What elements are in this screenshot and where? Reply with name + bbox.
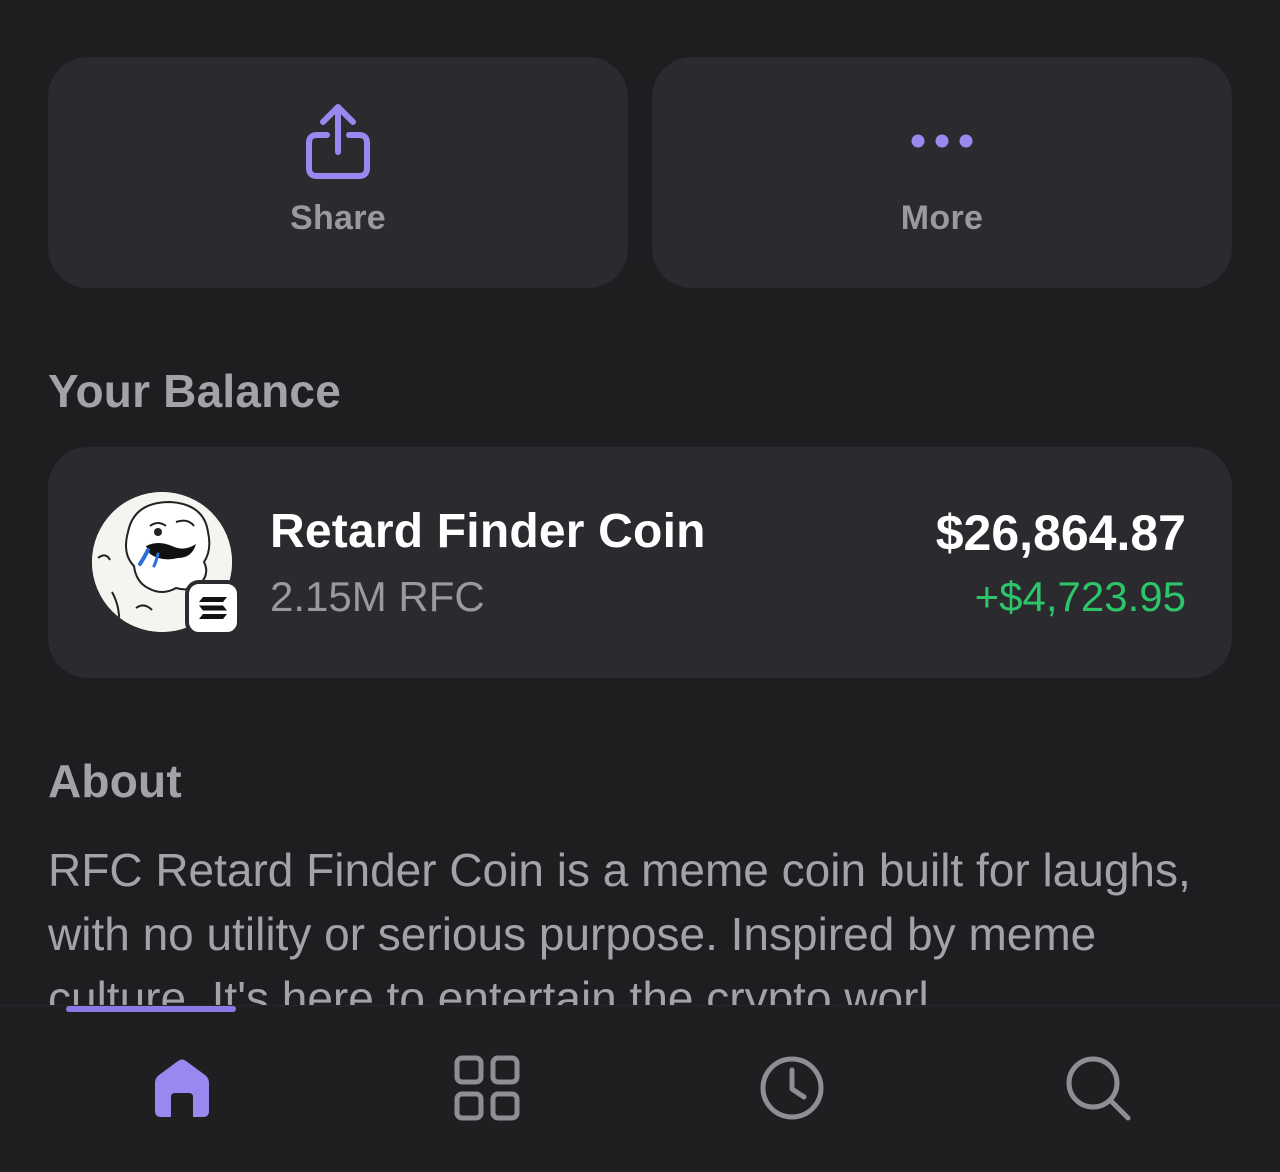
more-button[interactable]: More bbox=[652, 57, 1232, 288]
about-text-end: . It's here to entertain the crypto worl bbox=[186, 972, 929, 1006]
tab-home[interactable] bbox=[142, 1050, 222, 1130]
about-description: RFC Retard Finder Coin is a meme coin bu… bbox=[48, 838, 1238, 1006]
share-icon bbox=[298, 101, 378, 181]
share-label: Share bbox=[290, 199, 386, 237]
more-label: More bbox=[900, 199, 984, 237]
token-amount: 2.15M RFC bbox=[270, 573, 485, 620]
token-balance-card[interactable]: Retard Finder Coin 2.15M RFC $26,864.87 … bbox=[48, 447, 1232, 678]
tab-activity[interactable] bbox=[752, 1050, 832, 1130]
home-icon bbox=[151, 1057, 213, 1124]
token-usd-change: +$4,723.95 bbox=[974, 573, 1186, 620]
token-name: Retard Finder Coin bbox=[270, 505, 706, 558]
about-section-title: About bbox=[48, 755, 182, 807]
tab-collectibles[interactable] bbox=[447, 1050, 527, 1130]
share-button[interactable]: Share bbox=[48, 57, 628, 288]
clock-icon bbox=[759, 1055, 825, 1126]
tab-search[interactable] bbox=[1058, 1050, 1138, 1130]
link-underline bbox=[66, 1006, 236, 1012]
token-detail-page: Share More Your Balance Retard Finder Co… bbox=[0, 0, 1280, 1172]
search-icon bbox=[1064, 1054, 1132, 1127]
grid-icon bbox=[454, 1055, 520, 1126]
bottom-tab-bar bbox=[0, 1005, 1280, 1172]
solana-chain-icon bbox=[185, 580, 241, 636]
balance-section-title: Your Balance bbox=[48, 365, 341, 417]
token-usd-value: $26,864.87 bbox=[935, 505, 1186, 561]
more-dots-icon bbox=[902, 101, 982, 181]
